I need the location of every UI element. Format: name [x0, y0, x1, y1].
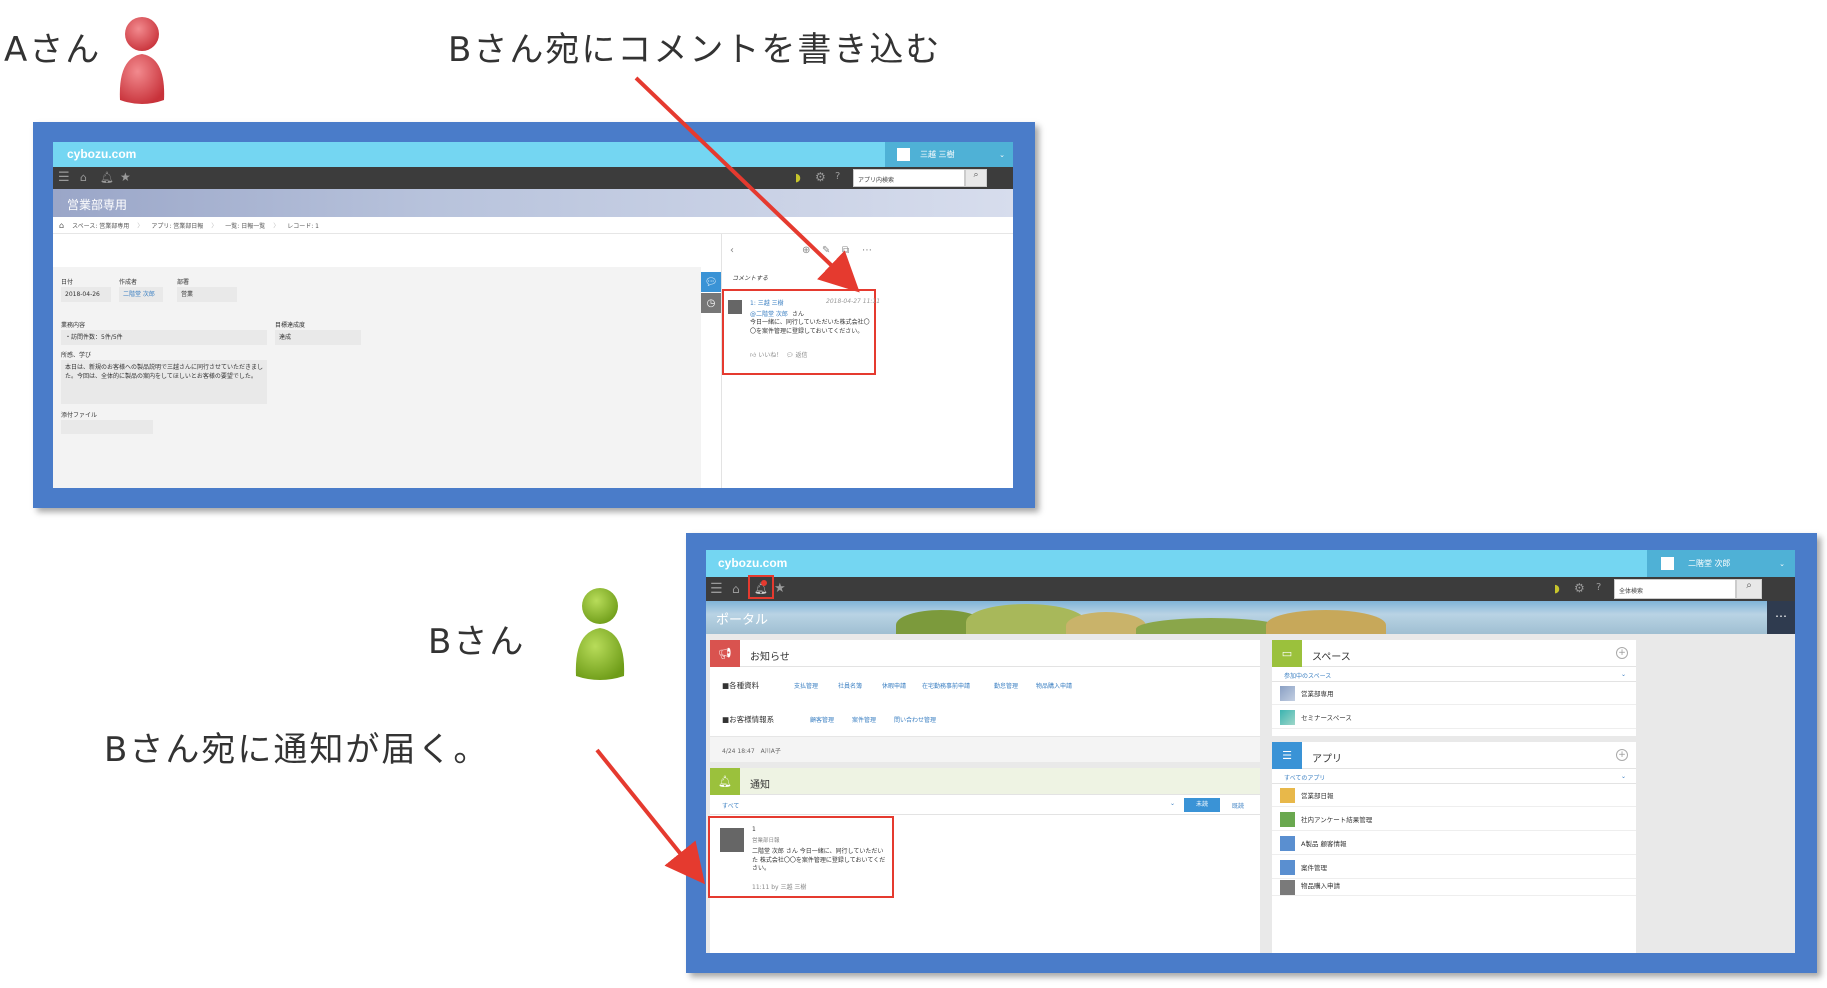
arrow-to-comment	[634, 76, 860, 293]
arrow-to-notification	[595, 748, 706, 885]
arrow-overlay	[595, 76, 860, 885]
